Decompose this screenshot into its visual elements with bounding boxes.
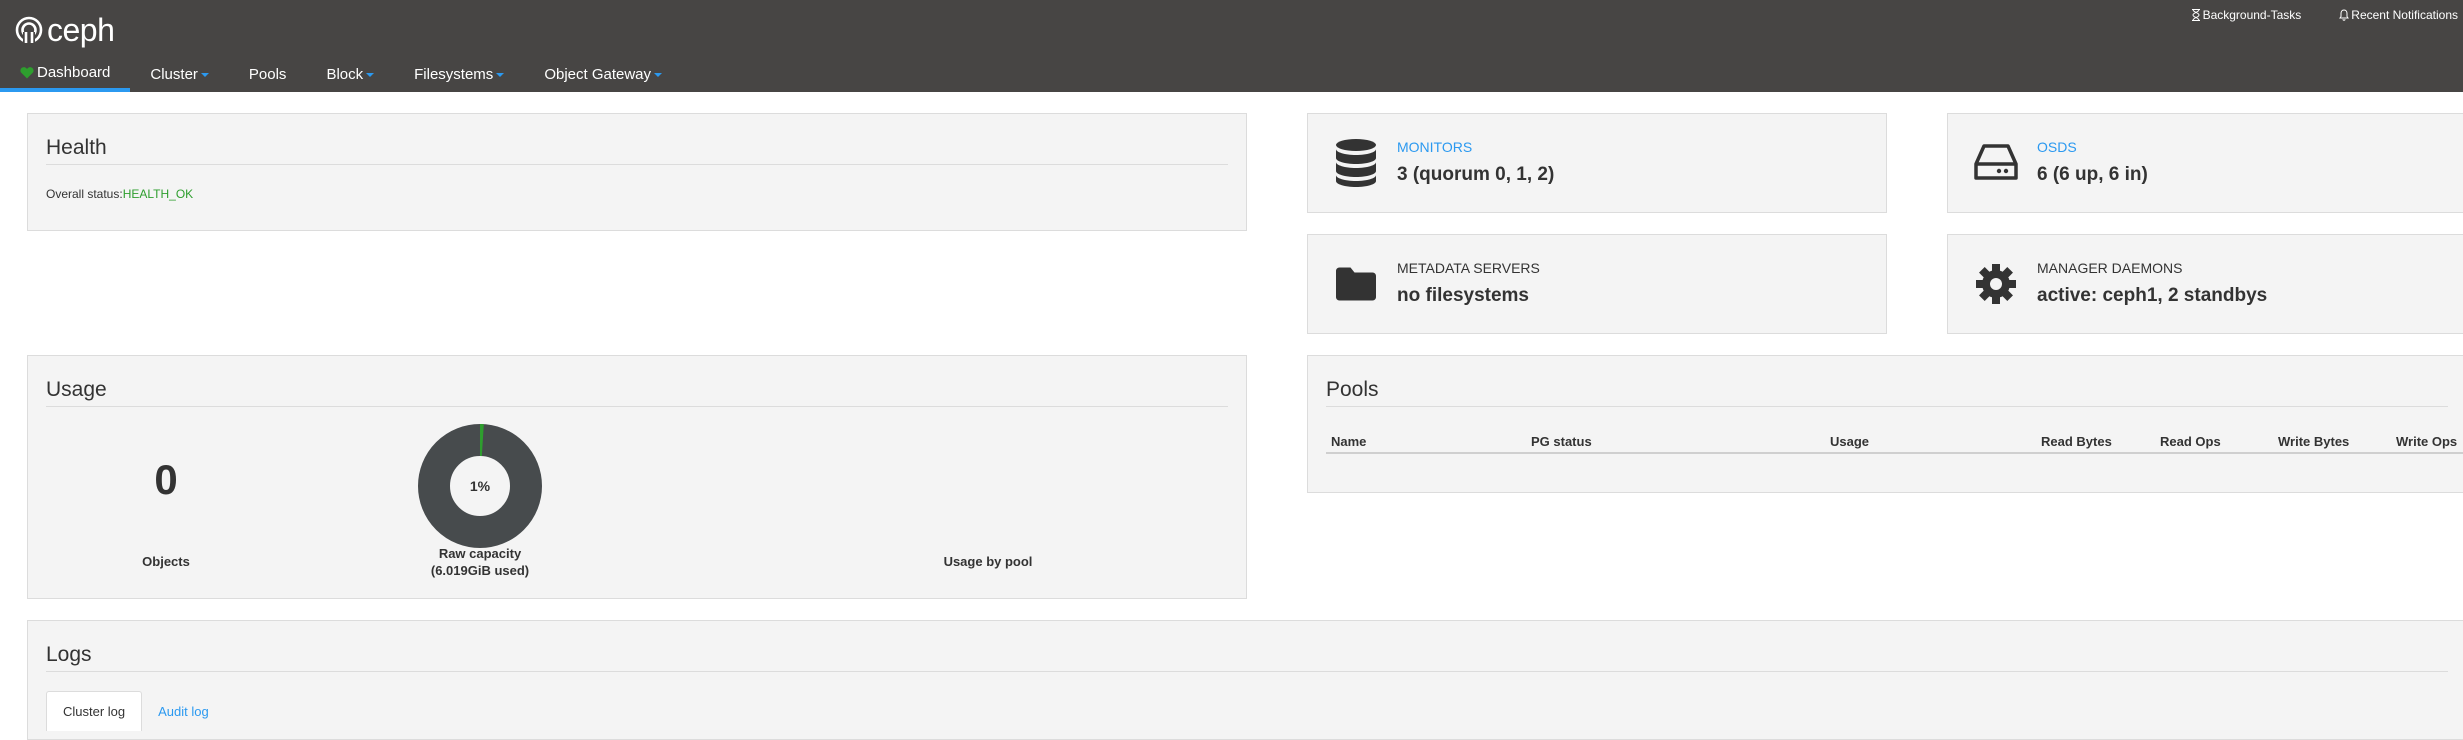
pools-panel: Pools Name PG status Usage Read Bytes Re… bbox=[1307, 355, 2463, 493]
health-panel: Health Overall status:HEALTH_OK bbox=[27, 113, 1247, 231]
main-nav: Dashboard Cluster Pools Block Filesystem… bbox=[0, 56, 682, 92]
brand-logo[interactable]: ceph bbox=[15, 10, 115, 50]
nav-block-label: Block bbox=[326, 65, 364, 83]
objects-label: Objects bbox=[142, 554, 190, 569]
nav-dashboard-label: Dashboard bbox=[37, 63, 111, 81]
column-header-read-bytes[interactable]: Read Bytes bbox=[2041, 434, 2112, 449]
heart-icon bbox=[20, 66, 34, 78]
nav-filesystems-label: Filesystems bbox=[414, 65, 494, 83]
health-title: Health bbox=[46, 136, 1228, 165]
top-navbar: ceph Background-Tasks Recent Notificatio… bbox=[0, 0, 2463, 92]
chevron-down-icon bbox=[200, 73, 209, 77]
nav-cluster[interactable]: Cluster bbox=[130, 56, 229, 92]
column-header-usage[interactable]: Usage bbox=[1830, 434, 1869, 449]
pools-table-header: Name PG status Usage Read Bytes Read Ops… bbox=[1326, 426, 2463, 454]
osds-link[interactable]: OSDS bbox=[2037, 139, 2077, 155]
metadata-servers-label: METADATA SERVERS bbox=[1397, 260, 1540, 276]
usage-by-pool-label: Usage by pool bbox=[943, 554, 1033, 569]
raw-capacity-donut: 1% bbox=[418, 424, 542, 548]
background-tasks-label: Background-Tasks bbox=[2202, 8, 2302, 22]
raw-capacity-label: Raw capacity bbox=[438, 546, 522, 561]
recent-notifications-link[interactable]: Recent Notifications bbox=[2339, 8, 2458, 22]
pools-title: Pools bbox=[1326, 378, 2448, 407]
column-header-read-ops[interactable]: Read Ops bbox=[2160, 434, 2221, 449]
metadata-servers-value: no filesystems bbox=[1397, 285, 1529, 306]
raw-capacity-used: (6.019GiB used) bbox=[430, 563, 530, 578]
osds-card: OSDS 6 (6 up, 6 in) bbox=[1947, 113, 2463, 213]
database-icon bbox=[1336, 139, 1376, 187]
metadata-servers-card: METADATA SERVERS no filesystems bbox=[1307, 234, 1887, 334]
nav-object-gateway-label: Object Gateway bbox=[544, 65, 652, 83]
usage-title: Usage bbox=[46, 378, 1228, 407]
objects-count: 0 bbox=[154, 456, 178, 503]
ceph-logo-icon bbox=[15, 16, 43, 44]
nav-object-gateway[interactable]: Object Gateway bbox=[524, 56, 682, 92]
raw-capacity-percent: 1% bbox=[470, 478, 491, 494]
osds-value: 6 (6 up, 6 in) bbox=[2037, 164, 2148, 185]
gear-icon bbox=[1976, 264, 2016, 304]
logs-tabs: Cluster log Audit log bbox=[46, 691, 225, 731]
tab-audit-log[interactable]: Audit log bbox=[142, 691, 225, 731]
column-header-write-ops[interactable]: Write Ops bbox=[2396, 434, 2457, 449]
manager-daemons-value: active: ceph1, 2 standbys bbox=[2037, 285, 2268, 306]
manager-daemons-label: MANAGER DAEMONS bbox=[2037, 260, 2183, 276]
usage-panel: Usage 0 Objects 1% Raw capacity (6.019Gi… bbox=[27, 355, 1247, 599]
logs-panel: Logs Cluster log Audit log bbox=[27, 620, 2463, 740]
health-status-row: Overall status:HEALTH_OK bbox=[46, 187, 1228, 201]
manager-daemons-card: MANAGER DAEMONS active: ceph1, 2 standby… bbox=[1947, 234, 2463, 334]
monitors-value: 3 (quorum 0, 1, 2) bbox=[1397, 164, 1555, 185]
nav-pools[interactable]: Pools bbox=[229, 56, 307, 92]
tab-cluster-log[interactable]: Cluster log bbox=[46, 691, 143, 731]
brand-name: ceph bbox=[47, 11, 115, 48]
nav-cluster-label: Cluster bbox=[150, 65, 198, 83]
recent-notifications-label: Recent Notifications bbox=[2351, 8, 2458, 22]
chevron-down-icon bbox=[496, 73, 505, 77]
folder-icon bbox=[1336, 267, 1376, 301]
health-status-label: Overall status: bbox=[46, 187, 123, 201]
logs-title: Logs bbox=[46, 643, 2448, 672]
chevron-down-icon bbox=[654, 73, 663, 77]
column-header-write-bytes[interactable]: Write Bytes bbox=[2278, 434, 2349, 449]
monitors-link[interactable]: MONITORS bbox=[1397, 139, 1472, 155]
nav-dashboard[interactable]: Dashboard bbox=[0, 56, 131, 92]
chevron-down-icon bbox=[366, 73, 375, 77]
health-status-value: HEALTH_OK bbox=[122, 187, 194, 201]
hourglass-icon bbox=[2191, 9, 2200, 21]
nav-block[interactable]: Block bbox=[306, 56, 394, 92]
column-header-name[interactable]: Name bbox=[1331, 434, 1366, 449]
nav-pools-label: Pools bbox=[248, 65, 287, 83]
monitors-card: MONITORS 3 (quorum 0, 1, 2) bbox=[1307, 113, 1887, 213]
hdd-icon bbox=[1974, 144, 2018, 180]
nav-filesystems[interactable]: Filesystems bbox=[394, 56, 524, 92]
column-header-pg-status[interactable]: PG status bbox=[1531, 434, 1592, 449]
bell-icon bbox=[2339, 9, 2350, 21]
background-tasks-link[interactable]: Background-Tasks bbox=[2191, 8, 2302, 22]
